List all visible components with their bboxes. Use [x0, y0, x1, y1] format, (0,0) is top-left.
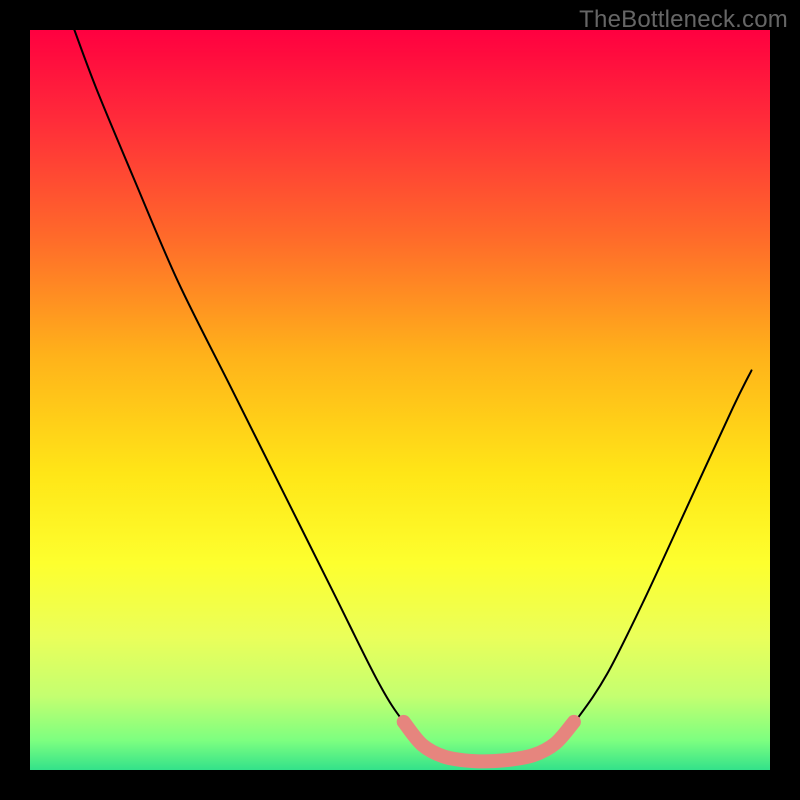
watermark-text: TheBottleneck.com	[579, 6, 788, 34]
gradient-background	[30, 30, 770, 770]
chart-container: TheBottleneck.com	[0, 0, 800, 800]
bottleneck-chart	[0, 0, 800, 800]
